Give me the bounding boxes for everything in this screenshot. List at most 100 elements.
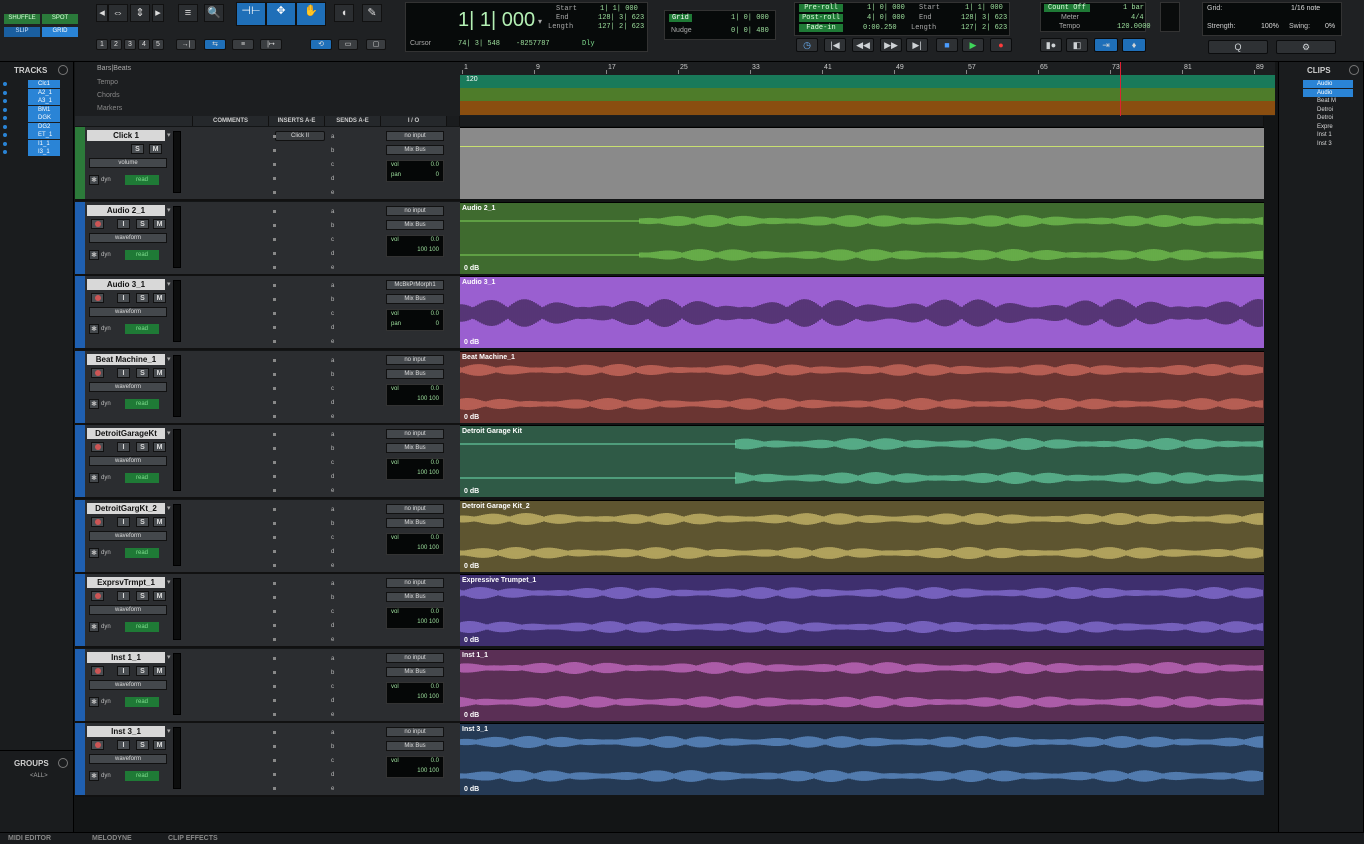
automation-enable-icon[interactable]: ✱ — [89, 697, 99, 707]
insert-slot-dot[interactable] — [273, 224, 276, 227]
track-list-item[interactable]: ET_1 — [0, 131, 74, 139]
audio-clip[interactable]: Inst 1_1 0 dB — [460, 649, 1264, 721]
midi-merge-icon[interactable]: ⇥ — [1094, 38, 1118, 52]
audio-clip[interactable]: Audio 2_1 0 dB — [460, 202, 1264, 274]
track-visible-icon[interactable] — [3, 82, 7, 86]
rewind-icon[interactable]: ◀◀ — [852, 38, 874, 52]
audio-clip[interactable]: Audio 3_1 0 dB — [460, 276, 1264, 348]
track-name[interactable]: Click 1 — [87, 130, 165, 141]
clip-gain[interactable]: 0 dB — [464, 637, 479, 644]
insert-slot-dot[interactable] — [273, 312, 276, 315]
record-enable-button[interactable] — [91, 293, 104, 303]
send-slot-a[interactable]: a — [331, 432, 334, 438]
insert-slot-dot[interactable] — [273, 401, 276, 404]
track-name[interactable]: DetroitGargKt_2 — [87, 503, 165, 514]
vol-value[interactable]: 0.0 — [431, 535, 439, 541]
clip-gain[interactable]: 0 dB — [464, 712, 479, 719]
horizontal-zoom-icon[interactable]: ⇔ — [108, 4, 128, 22]
vol-value[interactable]: 0.0 — [431, 758, 439, 764]
markers-ruler[interactable] — [460, 101, 1275, 115]
volume-pan-display[interactable]: vol 0.0 100 100 — [386, 384, 444, 406]
track-view-selector[interactable]: volume — [89, 158, 167, 168]
input-monitor-button[interactable]: I — [117, 368, 130, 378]
send-slot-d[interactable]: d — [331, 400, 334, 406]
input-selector[interactable]: no input — [386, 578, 444, 588]
insert-slot-dot[interactable] — [273, 596, 276, 599]
insert-slot-dot[interactable] — [273, 610, 276, 613]
track-visible-icon[interactable] — [3, 90, 7, 95]
send-slot-b[interactable]: b — [331, 223, 334, 229]
insert-slot-dot[interactable] — [273, 713, 276, 716]
strength-value[interactable]: 100% — [1261, 23, 1279, 30]
track-options-icon[interactable]: ▾ — [167, 578, 171, 586]
input-selector[interactable]: no input — [386, 429, 444, 439]
track-list-item[interactable]: A3_1 — [0, 97, 74, 105]
track-visible-icon[interactable] — [3, 116, 7, 120]
send-slot-d[interactable]: d — [331, 623, 334, 629]
audio-clip[interactable]: Detroit Garage Kit_2 0 dB — [460, 500, 1264, 572]
automation-mode-button[interactable]: read — [125, 548, 159, 558]
solo-button[interactable]: S — [136, 368, 149, 378]
insert-slot-dot[interactable] — [273, 177, 276, 180]
send-slot-a[interactable]: a — [331, 507, 334, 513]
stop-icon[interactable]: ■ — [936, 38, 958, 52]
track-header[interactable]: ExprsvTrmpt_1 ▾ I S Mwaveform ✱ dyn read a b c d e no… — [75, 574, 460, 648]
insert-slot-dot[interactable] — [273, 340, 276, 343]
track-visible-icon[interactable] — [3, 124, 7, 129]
insert-slot-dot[interactable] — [273, 298, 276, 301]
send-slot-c[interactable]: c — [331, 684, 334, 690]
clip-gain[interactable]: 0 dB — [464, 414, 479, 421]
send-slot-c[interactable]: c — [331, 162, 334, 168]
pan-value[interactable]: 100 100 — [417, 247, 439, 253]
track-options-icon[interactable]: ▾ — [167, 206, 171, 214]
insert-slot-dot[interactable] — [273, 536, 276, 539]
clip-list-item[interactable]: Inst 3 — [1303, 140, 1353, 148]
send-slot-c[interactable]: c — [331, 758, 334, 764]
insert-slot-dot[interactable] — [273, 657, 276, 660]
send-slot-c[interactable]: c — [331, 311, 334, 317]
pan-value[interactable]: 100 100 — [417, 470, 439, 476]
record-enable-button[interactable] — [91, 517, 104, 527]
delay-label[interactable]: Dly — [582, 40, 595, 48]
vol-value[interactable]: 0.0 — [431, 237, 439, 243]
insert-slot-dot[interactable] — [273, 564, 276, 567]
mute-button[interactable]: M — [149, 144, 162, 154]
nudge-value[interactable]: 0| 0| 480 — [731, 27, 769, 35]
insert-slot-dot[interactable] — [273, 252, 276, 255]
volume-pan-display[interactable]: vol 0.0 100 100 — [386, 682, 444, 704]
quantize-icon[interactable]: Q — [1208, 40, 1268, 54]
send-slot-b[interactable]: b — [331, 744, 334, 750]
track-visible-icon[interactable] — [3, 107, 7, 112]
send-slot-e[interactable]: e — [331, 339, 334, 345]
track-list-item[interactable]: I3_1 — [0, 148, 74, 156]
postroll-value[interactable]: 4| 0| 000 — [867, 14, 905, 22]
track-options-icon[interactable]: ▾ — [167, 355, 171, 363]
shuffle-mode-button[interactable]: SHUFFLE — [4, 14, 40, 24]
input-monitor-button[interactable]: I — [117, 219, 130, 229]
solo-button[interactable]: S — [136, 666, 149, 676]
record-enable-button[interactable] — [91, 219, 104, 229]
vol-value[interactable]: 0.0 — [431, 386, 439, 392]
send-slot-a[interactable]: a — [331, 358, 334, 364]
loop-record-icon[interactable]: ▮● — [1040, 38, 1062, 52]
record-icon[interactable]: ● — [990, 38, 1012, 52]
selector-tool-icon[interactable]: ✥ — [266, 2, 296, 26]
track-list-item[interactable]: Clc1 — [0, 80, 74, 88]
track-name[interactable]: Audio 2_1 — [87, 205, 165, 216]
send-slot-b[interactable]: b — [331, 521, 334, 527]
input-selector[interactable]: no input — [386, 206, 444, 216]
insert-slot-dot[interactable] — [273, 359, 276, 362]
mute-button[interactable]: M — [153, 293, 166, 303]
send-slot-a[interactable]: a — [331, 581, 334, 587]
automation-enable-icon[interactable]: ✱ — [89, 250, 99, 260]
slip-mode-button[interactable]: SLIP — [4, 27, 40, 37]
track-header[interactable]: Audio 3_1 ▾ I S Mwaveform ✱ dyn read a b c d e McBkPr… — [75, 276, 460, 350]
clips-panel-menu-icon[interactable] — [1349, 65, 1359, 75]
bars-ruler[interactable]: 1 9 17 25 33 41 49 57 65 73 81 89 — [460, 62, 1275, 74]
clip-gain[interactable]: 0 dB — [464, 265, 479, 272]
automation-enable-icon[interactable]: ✱ — [89, 175, 99, 185]
send-slot-d[interactable]: d — [331, 325, 334, 331]
solo-button[interactable]: S — [136, 740, 149, 750]
input-monitor-icon[interactable]: ◧ — [1066, 38, 1088, 52]
record-enable-button[interactable] — [91, 666, 104, 676]
